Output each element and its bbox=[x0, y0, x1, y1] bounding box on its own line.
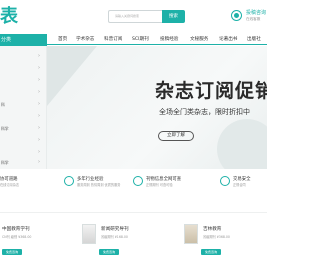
category-tab[interactable]: 分类 bbox=[0, 34, 47, 46]
chevron-right-icon: › bbox=[38, 101, 40, 107]
shield-icon bbox=[220, 176, 230, 186]
banner-decoration bbox=[47, 46, 97, 106]
learn-more-button[interactable]: 立即了解 bbox=[158, 131, 194, 141]
sidebar-item[interactable]: › bbox=[0, 112, 47, 122]
chevron-right-icon: › bbox=[38, 125, 40, 131]
nav-item-publisher[interactable]: 出版社 bbox=[247, 36, 261, 44]
sidebar-item[interactable]: 科 › bbox=[0, 100, 47, 110]
consult-button[interactable]: 免费咨询 bbox=[99, 249, 119, 255]
site-logo[interactable]: 表 bbox=[0, 6, 18, 28]
headset-icon bbox=[231, 10, 242, 21]
sidebar-item[interactable]: › bbox=[0, 88, 47, 98]
nav-item-books[interactable]: 论著出书 bbox=[219, 36, 237, 44]
promo-banner[interactable]: 杂志订阅促销 全场全门类杂志，限时折扣中 立即了解 bbox=[47, 46, 267, 169]
chevron-right-icon: › bbox=[38, 77, 40, 83]
nav-item-experience[interactable]: 投稿经验 bbox=[160, 36, 178, 44]
sidebar-item[interactable]: › bbox=[0, 76, 47, 86]
sidebar-item[interactable]: › bbox=[0, 148, 47, 158]
service-sub: 在线客服 bbox=[246, 17, 261, 21]
section-divider bbox=[0, 212, 267, 213]
category-sidebar: › › › › 科 › › 科学 › › › 科学 › bbox=[0, 46, 47, 169]
sidebar-item[interactable]: › bbox=[0, 136, 47, 146]
search-check-icon bbox=[133, 176, 143, 186]
product-meta: CN刊 级别 ¥368.00 bbox=[2, 235, 32, 239]
chevron-right-icon: › bbox=[38, 149, 40, 155]
banner-subtitle: 全场全门类杂志，限时折扣中 bbox=[159, 108, 250, 116]
nav-item-academic[interactable]: 学术杂志 bbox=[76, 36, 94, 44]
service-label[interactable]: 投稿咨询 bbox=[246, 9, 266, 16]
product-meta: 省级期刊 ¥168.00 bbox=[101, 235, 128, 239]
product-meta: 省级期刊 ¥368.00 bbox=[203, 235, 230, 239]
banner-title: 杂志订阅促销 bbox=[155, 80, 267, 102]
nav-item-sci[interactable]: SCI期刊 bbox=[132, 36, 149, 44]
sidebar-item[interactable]: 科学 › bbox=[0, 124, 47, 134]
chevron-right-icon: › bbox=[38, 159, 40, 165]
chevron-right-icon: › bbox=[38, 65, 40, 71]
nav-item-secretary[interactable]: 文秘服务 bbox=[190, 36, 208, 44]
sidebar-item[interactable]: › bbox=[0, 52, 47, 62]
chevron-right-icon: › bbox=[38, 137, 40, 143]
chevron-right-icon: › bbox=[38, 89, 40, 95]
chevron-right-icon: › bbox=[38, 53, 40, 59]
nav-item-home[interactable]: 首页 bbox=[58, 36, 67, 44]
search-button[interactable]: 搜索 bbox=[162, 10, 185, 23]
consult-button[interactable]: 免费咨询 bbox=[201, 249, 221, 255]
nav-item-popsci[interactable]: 科普订阅 bbox=[104, 36, 122, 44]
journal-cover-image bbox=[184, 224, 198, 244]
chevron-right-icon: › bbox=[38, 113, 40, 119]
journal-cover-image bbox=[82, 224, 96, 244]
sidebar-item[interactable]: › bbox=[0, 64, 47, 74]
sidebar-item[interactable]: 科学 › bbox=[0, 158, 47, 168]
experience-icon bbox=[64, 176, 74, 186]
consult-button[interactable]: 免费咨询 bbox=[2, 249, 22, 255]
banner-decoration bbox=[217, 119, 267, 169]
